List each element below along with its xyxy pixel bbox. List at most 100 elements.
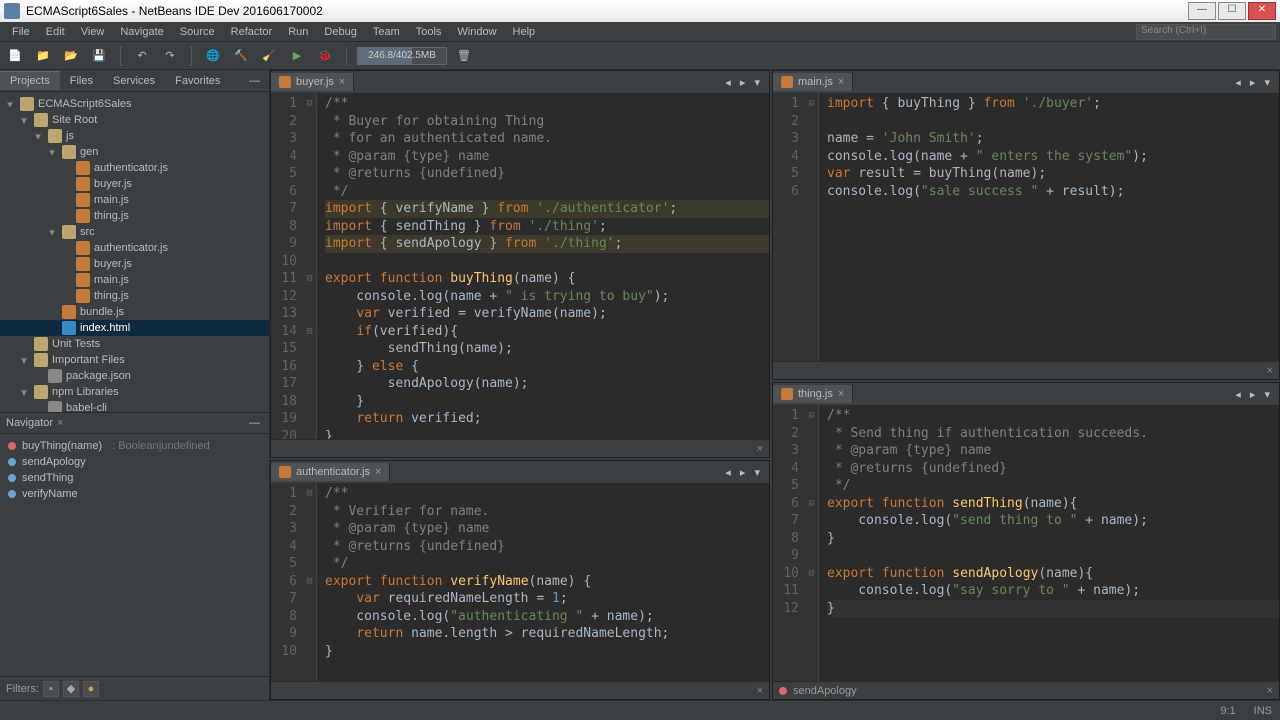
minimize-panel-icon[interactable]: —: [249, 75, 263, 87]
tab-menu-icon[interactable]: ▾: [1264, 389, 1273, 401]
panel-tab-files[interactable]: Files: [60, 72, 103, 90]
panel-tab-projects[interactable]: Projects: [0, 71, 60, 90]
menu-window[interactable]: Window: [449, 26, 504, 38]
maximize-button[interactable]: ☐: [1218, 2, 1246, 20]
tree-item[interactable]: thing.js: [0, 208, 269, 224]
tree-item[interactable]: authenticator.js: [0, 240, 269, 256]
close-pane-icon[interactable]: ×: [1267, 685, 1273, 697]
tree-item[interactable]: ▾src: [0, 224, 269, 240]
breadcrumb[interactable]: ×: [271, 681, 769, 699]
file-tab[interactable]: authenticator.js×: [271, 463, 390, 481]
tree-item[interactable]: ▾ECMAScript6Sales: [0, 96, 269, 112]
code-area[interactable]: /** * Verifier for name. * @param {type}…: [317, 483, 769, 681]
tree-item[interactable]: package.json: [0, 368, 269, 384]
tab-menu-icon[interactable]: ▾: [1264, 77, 1273, 89]
menu-refactor[interactable]: Refactor: [223, 26, 281, 38]
clean-build-button[interactable]: 🧹: [258, 45, 280, 67]
editor-thing[interactable]: thing.js×◂ ▸ ▾ 123456789101112⊟⊟⊟/** * S…: [772, 382, 1280, 700]
menu-navigate[interactable]: Navigate: [112, 26, 171, 38]
close-button[interactable]: ✕: [1248, 2, 1276, 20]
minimize-panel-icon[interactable]: —: [249, 417, 263, 429]
build-button[interactable]: 🔨: [230, 45, 252, 67]
editor-authenticator[interactable]: authenticator.js×◂ ▸ ▾ 12345678910⊟⊟/** …: [270, 460, 770, 700]
tab-left-icon[interactable]: ◂: [1235, 77, 1244, 89]
menu-debug[interactable]: Debug: [316, 26, 364, 38]
menu-tools[interactable]: Tools: [408, 26, 450, 38]
search-field[interactable]: Search (Ctrl+I): [1136, 24, 1276, 40]
debug-button[interactable]: 🐞: [314, 45, 336, 67]
breadcrumb[interactable]: ×: [773, 361, 1279, 379]
menu-view[interactable]: View: [73, 26, 113, 38]
run-button[interactable]: ▶: [286, 45, 308, 67]
filter-fields-icon[interactable]: ▪: [43, 681, 59, 697]
menu-run[interactable]: Run: [280, 26, 316, 38]
tab-right-icon[interactable]: ▸: [1250, 77, 1259, 89]
navigator-item[interactable]: sendThing: [0, 470, 269, 486]
navigator-item[interactable]: buyThing(name): Boolean|undefined: [0, 438, 269, 454]
file-tab[interactable]: buyer.js×: [271, 73, 354, 91]
redo-button[interactable]: ↷: [159, 45, 181, 67]
panel-tab-favorites[interactable]: Favorites: [165, 72, 230, 90]
tree-item[interactable]: buyer.js: [0, 176, 269, 192]
close-pane-icon[interactable]: ×: [1267, 365, 1273, 377]
menu-source[interactable]: Source: [172, 26, 223, 38]
tree-item[interactable]: index.html: [0, 320, 269, 336]
undo-button[interactable]: ↶: [131, 45, 153, 67]
minimize-button[interactable]: —: [1188, 2, 1216, 20]
editor-buyer[interactable]: buyer.js×◂ ▸ ▾ 1234567891011121314151617…: [270, 70, 770, 458]
breadcrumb[interactable]: sendApology×: [773, 681, 1279, 699]
close-pane-icon[interactable]: ×: [757, 685, 763, 697]
close-tab-icon[interactable]: ×: [375, 466, 381, 478]
filter-inherited-icon[interactable]: ●: [83, 681, 99, 697]
save-all-button[interactable]: 💾: [88, 45, 110, 67]
tab-right-icon[interactable]: ▸: [740, 77, 749, 89]
menu-file[interactable]: File: [4, 26, 38, 38]
tree-item[interactable]: authenticator.js: [0, 160, 269, 176]
code-area[interactable]: /** * Buyer for obtaining Thing * for an…: [317, 93, 769, 439]
navigator-item[interactable]: sendApology: [0, 454, 269, 470]
code-area[interactable]: /** * Send thing if authentication succe…: [819, 405, 1279, 681]
close-tab-icon[interactable]: ×: [339, 76, 345, 88]
close-pane-icon[interactable]: ×: [757, 443, 763, 455]
new-project-button[interactable]: 📁: [32, 45, 54, 67]
menu-edit[interactable]: Edit: [38, 26, 73, 38]
tree-item[interactable]: Unit Tests: [0, 336, 269, 352]
menu-team[interactable]: Team: [365, 26, 408, 38]
tree-item[interactable]: buyer.js: [0, 256, 269, 272]
tree-item[interactable]: main.js: [0, 272, 269, 288]
tab-left-icon[interactable]: ◂: [725, 77, 734, 89]
tab-left-icon[interactable]: ◂: [725, 467, 734, 479]
tab-left-icon[interactable]: ◂: [1235, 389, 1244, 401]
open-button[interactable]: 📂: [60, 45, 82, 67]
tab-right-icon[interactable]: ▸: [1250, 389, 1259, 401]
tab-menu-icon[interactable]: ▾: [754, 467, 763, 479]
close-tab-icon[interactable]: ×: [838, 76, 844, 88]
code-area[interactable]: import { buyThing } from './buyer'; name…: [819, 93, 1279, 361]
panel-tab-services[interactable]: Services: [103, 72, 165, 90]
tree-item[interactable]: thing.js: [0, 288, 269, 304]
navigator-body[interactable]: buyThing(name): Boolean|undefinedsendApo…: [0, 434, 269, 676]
tree-item[interactable]: ▾Important Files: [0, 352, 269, 368]
tab-right-icon[interactable]: ▸: [740, 467, 749, 479]
gc-button[interactable]: 🗑: [453, 45, 475, 67]
menu-help[interactable]: Help: [505, 26, 544, 38]
project-tree[interactable]: ▾ECMAScript6Sales▾Site Root▾js▾genauthen…: [0, 92, 269, 412]
breadcrumb[interactable]: ×: [271, 439, 769, 457]
browser-chrome-icon[interactable]: 🌐: [202, 45, 224, 67]
editor-main[interactable]: main.js×◂ ▸ ▾ 123456⊟import { buyThing }…: [772, 70, 1280, 380]
filter-static-icon[interactable]: ◆: [63, 681, 79, 697]
tree-item[interactable]: ▾Site Root: [0, 112, 269, 128]
tree-item[interactable]: bundle.js: [0, 304, 269, 320]
tab-menu-icon[interactable]: ▾: [754, 77, 763, 89]
tree-item[interactable]: ▾js: [0, 128, 269, 144]
file-tab[interactable]: thing.js×: [773, 385, 853, 403]
heap-indicator[interactable]: 246.8/402.5MB: [357, 47, 447, 65]
file-tab[interactable]: main.js×: [773, 73, 853, 91]
tree-item[interactable]: babel-cli: [0, 400, 269, 412]
new-file-button[interactable]: 📄: [4, 45, 26, 67]
close-tab-icon[interactable]: ×: [838, 388, 844, 400]
tree-item[interactable]: main.js: [0, 192, 269, 208]
tree-item[interactable]: ▾npm Libraries: [0, 384, 269, 400]
navigator-item[interactable]: verifyName: [0, 486, 269, 502]
tree-item[interactable]: ▾gen: [0, 144, 269, 160]
